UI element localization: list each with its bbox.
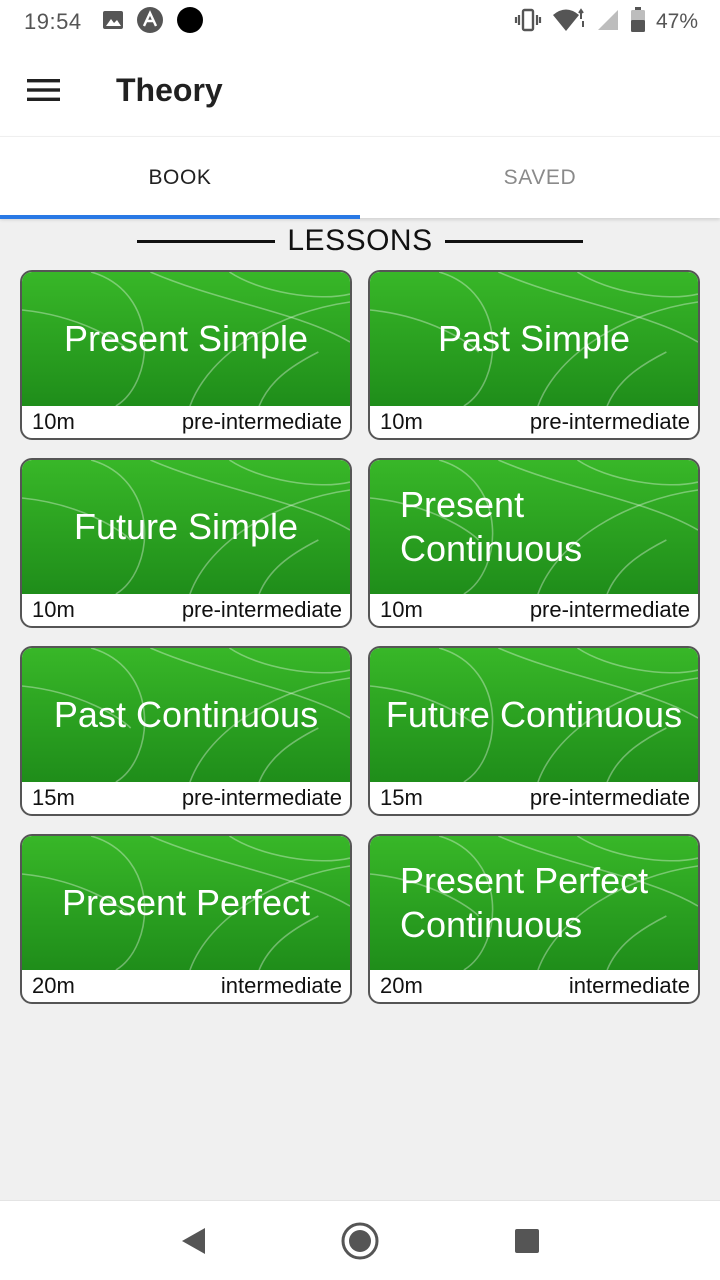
system-nav-bar bbox=[0, 1200, 720, 1280]
lesson-card-banner: Present Perfect Continuous bbox=[370, 836, 698, 970]
lesson-level: pre-intermediate bbox=[181, 597, 342, 622]
menu-button[interactable] bbox=[0, 44, 88, 136]
lesson-duration: 10m bbox=[380, 409, 423, 434]
lesson-card-banner: Present Simple bbox=[22, 272, 350, 406]
lesson-meta: 10m pre-intermediate bbox=[22, 594, 350, 626]
tab-saved-label: SAVED bbox=[503, 166, 577, 189]
lesson-title: Present Continuous bbox=[400, 484, 583, 569]
lesson-card[interactable]: Present Perfect 20m intermediate bbox=[20, 834, 352, 1004]
recents-button[interactable] bbox=[497, 1211, 557, 1271]
battery-icon bbox=[630, 6, 646, 38]
lesson-title: Future Simple bbox=[73, 506, 299, 547]
lesson-duration: 15m bbox=[380, 785, 423, 810]
lesson-duration: 10m bbox=[380, 597, 423, 622]
lesson-title: Future Continuous bbox=[385, 694, 683, 735]
app-bar: Theory bbox=[0, 44, 720, 136]
wifi-icon bbox=[552, 7, 586, 38]
status-bar: 19:54 47% bbox=[0, 0, 720, 44]
home-button[interactable] bbox=[330, 1211, 390, 1271]
lesson-meta: 20m intermediate bbox=[22, 970, 350, 1002]
section-divider-right bbox=[444, 239, 583, 243]
lesson-card[interactable]: Future Simple 10m pre-intermediate bbox=[20, 458, 352, 628]
status-notification-icons bbox=[102, 6, 204, 39]
recents-icon bbox=[514, 1228, 539, 1253]
lesson-card[interactable]: Present Perfect Continuous 20m intermedi… bbox=[368, 834, 700, 1004]
back-icon bbox=[182, 1227, 206, 1254]
lesson-level: pre-intermediate bbox=[181, 785, 342, 810]
tab-saved[interactable]: SAVED bbox=[360, 137, 720, 219]
lesson-card-banner: Present Continuous bbox=[370, 460, 698, 594]
app-a-icon bbox=[136, 6, 164, 39]
lesson-level: intermediate bbox=[568, 973, 690, 998]
lesson-level: pre-intermediate bbox=[529, 597, 690, 622]
lesson-meta: 10m pre-intermediate bbox=[370, 406, 698, 438]
lesson-duration: 10m bbox=[32, 409, 75, 434]
lesson-level: intermediate bbox=[220, 973, 342, 998]
tab-active-indicator bbox=[0, 215, 360, 219]
home-icon bbox=[341, 1222, 379, 1259]
hamburger-menu-icon bbox=[27, 79, 60, 101]
tab-book-label: BOOK bbox=[148, 166, 212, 189]
section-divider-left bbox=[137, 239, 276, 243]
lesson-duration: 20m bbox=[32, 973, 75, 998]
lesson-duration: 10m bbox=[32, 597, 75, 622]
lesson-card[interactable]: Present Simple 10m pre-intermediate bbox=[20, 270, 352, 440]
lesson-card[interactable]: Past Continuous 15m pre-intermediate bbox=[20, 646, 352, 816]
vibrate-icon bbox=[514, 8, 542, 37]
lesson-duration: 20m bbox=[380, 973, 423, 998]
status-system-icons: 47% bbox=[514, 6, 698, 38]
section-header: LESSONS bbox=[0, 222, 720, 260]
lesson-meta: 15m pre-intermediate bbox=[370, 782, 698, 814]
lesson-card[interactable]: Past Simple 10m pre-intermediate bbox=[368, 270, 700, 440]
lesson-title: Past Simple bbox=[437, 318, 631, 359]
lesson-title: Past Continuous bbox=[53, 694, 319, 735]
battery-percent: 47% bbox=[655, 10, 698, 33]
lesson-meta: 10m pre-intermediate bbox=[22, 406, 350, 438]
lesson-level: pre-intermediate bbox=[529, 409, 690, 434]
lesson-title: Present Perfect bbox=[61, 882, 311, 923]
signal-icon bbox=[596, 8, 620, 37]
section-title: LESSONS bbox=[287, 224, 433, 257]
tab-bar: BOOK SAVED bbox=[0, 136, 720, 219]
lesson-card-banner: Past Continuous bbox=[22, 648, 350, 782]
lesson-meta: 20m intermediate bbox=[370, 970, 698, 1002]
lesson-meta: 10m pre-intermediate bbox=[370, 594, 698, 626]
lesson-title: Present Perfect Continuous bbox=[400, 860, 649, 945]
lesson-title: Present Simple bbox=[63, 318, 309, 359]
lesson-card-banner: Past Simple bbox=[370, 272, 698, 406]
back-button[interactable] bbox=[163, 1211, 223, 1271]
status-time: 19:54 bbox=[24, 9, 82, 34]
lesson-meta: 15m pre-intermediate bbox=[22, 782, 350, 814]
lesson-card[interactable]: Present Continuous 10m pre-intermediate bbox=[368, 458, 700, 628]
tab-book[interactable]: BOOK bbox=[0, 137, 360, 219]
lesson-card-banner: Future Simple bbox=[22, 460, 350, 594]
lesson-card-banner: Future Continuous bbox=[370, 648, 698, 782]
lesson-duration: 15m bbox=[32, 785, 75, 810]
lesson-card[interactable]: Future Continuous 15m pre-intermediate bbox=[368, 646, 700, 816]
image-icon bbox=[102, 9, 124, 36]
lesson-level: pre-intermediate bbox=[529, 785, 690, 810]
page-title: Theory bbox=[116, 71, 223, 108]
dot-icon bbox=[176, 6, 204, 39]
lesson-grid: Present Simple 10m pre-intermediate Past… bbox=[20, 270, 700, 1004]
lesson-card-banner: Present Perfect bbox=[22, 836, 350, 970]
lesson-level: pre-intermediate bbox=[181, 409, 342, 434]
